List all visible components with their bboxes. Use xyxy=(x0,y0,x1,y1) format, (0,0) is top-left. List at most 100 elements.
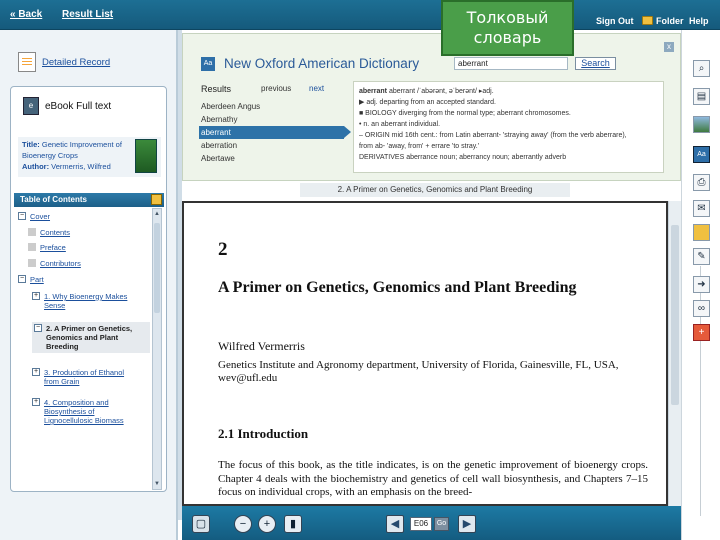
definition-line: DERIVATIVES aberrance noun; aberrancy no… xyxy=(359,154,567,161)
zoom-out-icon[interactable]: − xyxy=(234,515,252,533)
word-item[interactable]: aberration xyxy=(199,139,344,152)
toc-scrollbar[interactable]: ▲ ▼ xyxy=(152,208,162,490)
right-toolbar: ⌕ ▤ Aa ⎙ ✉ ✎ ➜ ∞ + xyxy=(681,30,720,540)
notes-icon[interactable]: ✎ xyxy=(693,248,710,265)
collapse-icon[interactable]: − xyxy=(18,275,26,283)
word-item[interactable]: Abernathy xyxy=(199,113,344,126)
folder-label: Folder xyxy=(656,15,684,26)
search-icon[interactable]: ⌕ xyxy=(693,60,710,77)
toc-item[interactable]: − Cover xyxy=(18,212,128,221)
toc-item[interactable]: − Part xyxy=(18,275,128,284)
dictionary-title: New Oxford American Dictionary xyxy=(224,56,420,71)
page-number-input[interactable]: E06 xyxy=(410,517,432,531)
next-link[interactable]: next xyxy=(309,84,324,93)
folder-icon xyxy=(642,16,653,25)
author-label: Author: xyxy=(22,162,50,171)
scroll-up-icon[interactable]: ▲ xyxy=(154,210,160,218)
book-cover-image xyxy=(135,139,157,173)
result-list-link[interactable]: Result List xyxy=(62,9,113,20)
page-scroll-thumb[interactable] xyxy=(671,225,679,405)
body-text: The focus of this book, as the title ind… xyxy=(218,459,648,498)
dictionary-search-input[interactable]: aberrant xyxy=(454,57,568,70)
back-link[interactable]: « Back xyxy=(10,9,42,20)
definition-line: ■ BIOLOGY diverging from the normal type… xyxy=(359,110,571,117)
close-icon[interactable]: x xyxy=(664,42,674,52)
ebook-header: e eBook Full text xyxy=(23,97,111,115)
word-item-selected[interactable]: aberrant xyxy=(199,126,351,139)
print-icon[interactable]: ⎙ xyxy=(693,174,710,191)
link-icon[interactable]: ∞ xyxy=(693,300,710,317)
toc-item[interactable]: Preface xyxy=(28,243,128,252)
toc-item[interactable]: +3. Production of Ethanol from Grain xyxy=(32,368,140,386)
page-tab[interactable]: 2. A Primer on Genetics, Genomics and Pl… xyxy=(300,183,570,197)
dictionary-search-button[interactable]: Search xyxy=(575,57,616,70)
dictionary-icon[interactable]: Aa xyxy=(693,146,710,163)
toc-item-label[interactable]: Contributors xyxy=(40,259,81,268)
page-scrollbar[interactable] xyxy=(668,201,681,506)
content-area: Aa New Oxford American Dictionary aberra… xyxy=(182,30,681,506)
expand-icon[interactable]: + xyxy=(32,368,40,376)
toc-item[interactable]: Contributors xyxy=(28,259,128,268)
toc-item[interactable]: −2. A Primer on Genetics, Genomics and P… xyxy=(32,322,150,353)
definition-line: – ORIGIN mid 16th cent.: from Latin aber… xyxy=(359,132,627,139)
toc-item-label[interactable]: Preface xyxy=(40,243,66,252)
toc-item-label: 2. A Primer on Genetics, Genomics and Pl… xyxy=(46,324,133,351)
callout-line-1: Толковый xyxy=(466,8,549,27)
toc-item-label[interactable]: Part xyxy=(30,275,44,284)
toc-item-label[interactable]: 1. Why Bioenergy Makes Sense xyxy=(44,292,140,310)
go-button[interactable]: Go xyxy=(434,517,449,531)
image-icon[interactable] xyxy=(693,116,710,133)
dictionary-logo-icon: Aa xyxy=(201,57,215,71)
toc-item-label[interactable]: 3. Production of Ethanol from Grain xyxy=(44,368,140,386)
toc-header: Table of Contents xyxy=(14,193,164,207)
ebook-page: 2 A Primer on Genetics, Genomics and Pla… xyxy=(182,201,668,506)
previous-page-icon[interactable]: ◀ xyxy=(386,515,404,533)
chapter-title: A Primer on Genetics, Genomics and Plant… xyxy=(218,279,577,296)
folder-link[interactable]: Folder xyxy=(642,13,684,28)
ebook-panel: e eBook Full text Title: Genetic Improve… xyxy=(10,86,167,492)
expand-icon[interactable]: + xyxy=(32,398,40,406)
left-panel: Detailed Record e eBook Full text Title:… xyxy=(0,30,178,540)
detailed-record-link[interactable]: Detailed Record xyxy=(18,52,110,72)
table-of-contents: − Cover Contents Preface Contributors − Part +1… xyxy=(14,208,151,488)
toc-item[interactable]: +1. Why Bioenergy Makes Sense xyxy=(32,292,140,310)
zoom-in-icon[interactable]: + xyxy=(258,515,276,533)
help-link[interactable]: Help xyxy=(689,13,709,28)
fit-page-icon[interactable]: ▮ xyxy=(284,515,302,533)
page-icon xyxy=(28,228,36,236)
add-icon[interactable]: + xyxy=(693,324,710,341)
ebook-icon: e xyxy=(23,97,39,115)
word-list: Aberdeen Angus Abernathy aberrant aberra… xyxy=(199,100,351,165)
title-label: Title: xyxy=(22,140,40,149)
ebook-label: eBook Full text xyxy=(45,100,112,112)
toc-collapse-icon[interactable] xyxy=(151,194,162,205)
callout-line-2: словарь xyxy=(473,28,542,47)
toc-item-label[interactable]: Cover xyxy=(30,212,50,221)
page-icon xyxy=(28,259,36,267)
export-icon[interactable]: ➜ xyxy=(693,276,710,293)
definition-line: ▶ adj. departing from an accepted standa… xyxy=(359,99,496,106)
definition-box: aberrant aberrant /ˈabərənt, əˈberənt/ ▸… xyxy=(353,81,664,173)
toc-item-label[interactable]: 4. Composition and Biosynthesis of Ligno… xyxy=(44,398,140,425)
headword: aberrant xyxy=(359,88,388,95)
scroll-thumb[interactable] xyxy=(154,223,160,313)
bookmark-icon[interactable]: ▤ xyxy=(693,88,710,105)
word-item[interactable]: Aberdeen Angus xyxy=(199,100,344,113)
collapse-icon[interactable]: − xyxy=(34,324,42,332)
save-icon[interactable] xyxy=(693,224,710,241)
word-item[interactable]: Abertawe xyxy=(199,152,344,165)
previous-link[interactable]: previous xyxy=(261,84,291,93)
book-info: Title: Genetic Improvement of Bioenergy … xyxy=(18,137,161,177)
sign-out-link[interactable]: Sign Out xyxy=(596,13,634,28)
email-icon[interactable]: ✉ xyxy=(693,200,710,217)
scroll-down-icon[interactable]: ▼ xyxy=(154,480,160,488)
fullscreen-icon[interactable]: ▢ xyxy=(192,515,210,533)
toc-item[interactable]: +4. Composition and Biosynthesis of Lign… xyxy=(32,398,140,425)
app-window: « Back Result List Sign Out Folder Help … xyxy=(0,0,720,540)
next-page-icon[interactable]: ▶ xyxy=(458,515,476,533)
expand-icon[interactable]: + xyxy=(32,292,40,300)
collapse-icon[interactable]: − xyxy=(18,212,26,220)
book-author[interactable]: Vermerris, Wilfred xyxy=(51,162,111,171)
toc-item-label[interactable]: Contents xyxy=(40,228,70,237)
toc-item[interactable]: Contents xyxy=(28,228,128,237)
